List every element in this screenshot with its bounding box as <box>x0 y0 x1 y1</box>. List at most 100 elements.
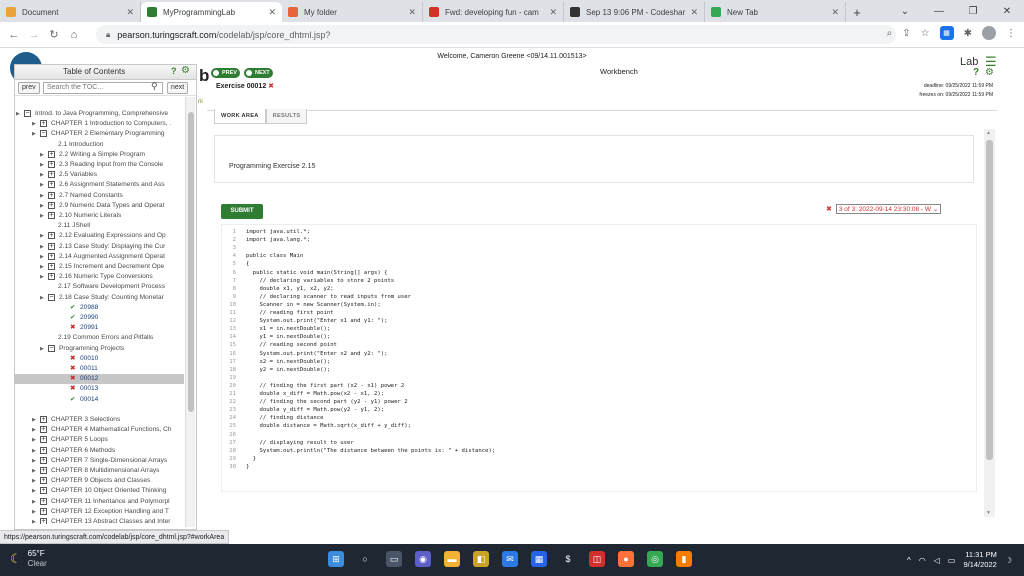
toc-item[interactable]: ▶ +2.5 Variables <box>14 170 184 180</box>
url-input[interactable]: 🔒︎ pearson.turingscraft.com/codelab/jsp/… <box>96 25 896 44</box>
expand-plus-icon[interactable]: + <box>40 446 47 454</box>
toc-item[interactable]: 2.11 JShell <box>14 221 184 231</box>
weather-widget[interactable]: ☾ 65°F Clear <box>10 549 47 569</box>
expand-plus-icon[interactable]: + <box>48 150 55 158</box>
firefox-icon[interactable]: ● <box>618 551 634 567</box>
collapse-minus-icon[interactable]: − <box>48 344 55 352</box>
expand-plus-icon[interactable]: + <box>48 212 55 219</box>
toc-expand-arrow-icon[interactable]: ▶ <box>32 446 36 456</box>
clock[interactable]: 11:31 PM 9/14/2022 <box>963 550 996 570</box>
wifi-icon[interactable]: ◠ <box>919 556 926 565</box>
toc-settings-gear-icon[interactable]: ⚙ <box>181 65 190 76</box>
expand-plus-icon[interactable]: + <box>40 507 47 515</box>
zoom-icon[interactable]: ⌕ <box>887 28 893 39</box>
toc-expand-arrow-icon[interactable]: ▶ <box>32 497 36 507</box>
toc-expand-arrow-icon[interactable]: ▶ <box>40 211 44 221</box>
task-view-icon[interactable]: ▭ <box>386 551 402 567</box>
collapse-minus-icon[interactable]: − <box>40 130 47 138</box>
toc-item[interactable]: ✖ 00013 <box>14 384 184 394</box>
toc-expand-arrow-icon[interactable]: ▶ <box>32 486 36 496</box>
toc-expand-arrow-icon[interactable]: ▶ <box>40 262 44 272</box>
toc-item[interactable]: ▶ +2.13 Case Study: Displaying the Cur <box>14 242 184 252</box>
expand-plus-icon[interactable]: + <box>40 487 47 495</box>
toc-item[interactable]: ▶ +2.10 Numeric Literals <box>14 211 184 221</box>
home-icon[interactable]: ⌂ <box>64 29 84 41</box>
toc-item[interactable]: ▶ − Introd. to Java Programming, Comprehen… <box>14 109 184 119</box>
scroll-down-arrow-icon[interactable]: ▼ <box>986 510 991 516</box>
toc-item[interactable]: ▶ + CHAPTER 10 Object Oriented Thinking <box>14 486 184 496</box>
toc-item[interactable]: ▶ +2.9 Numeric Data Types and Operat <box>14 201 184 211</box>
collapse-minus-icon[interactable]: − <box>48 293 55 301</box>
expand-plus-icon[interactable]: + <box>48 171 55 179</box>
scroll-up-arrow-icon[interactable]: ▲ <box>986 130 991 136</box>
toc-expand-arrow-icon[interactable]: ▶ <box>40 170 44 180</box>
browser-tab[interactable]: Document ✕ <box>0 2 141 22</box>
bookmark-star-icon[interactable]: ☆ <box>921 28 930 39</box>
tab-work-area[interactable]: WORK AREA <box>214 109 266 124</box>
expand-plus-icon[interactable]: + <box>48 273 55 281</box>
toc-item[interactable]: ✔ 20990 <box>14 313 184 323</box>
toc-item[interactable]: ▶ + CHAPTER 8 Multidimensional Arrays <box>14 466 184 476</box>
office-icon[interactable]: ◧ <box>473 551 489 567</box>
toc-item[interactable]: ▶ −2.18 Case Study: Counting Monetar <box>14 293 184 303</box>
expand-plus-icon[interactable]: + <box>48 161 55 168</box>
toc-expand-arrow-icon[interactable]: ▶ <box>40 201 44 211</box>
toc-expand-arrow-icon[interactable]: ▶ <box>40 180 44 190</box>
maximize-button[interactable]: ❐ <box>956 6 990 17</box>
lab-help-icon[interactable]: ? <box>973 67 979 78</box>
toc-item[interactable]: ▶ + CHAPTER 3 Selections <box>14 415 184 425</box>
toc-item[interactable]: ▶ − CHAPTER 2 Elementary Programming <box>14 129 184 139</box>
toc-item[interactable]: ▶ +2.6 Assignment Statements and Ass <box>14 180 184 190</box>
chrome-taskbar-icon[interactable]: ◎ <box>647 551 663 567</box>
toc-item[interactable]: ✖ 20991 <box>14 323 184 333</box>
minimize-button[interactable]: — <box>922 6 956 17</box>
expand-plus-icon[interactable]: + <box>48 252 55 260</box>
toc-item[interactable]: ✔ 00014 <box>14 395 184 405</box>
search-icon[interactable]: ○ <box>357 551 373 567</box>
profile-avatar[interactable] <box>982 26 996 40</box>
toc-search-icon[interactable]: ⚲ <box>151 81 158 92</box>
new-tab-button[interactable]: + <box>846 2 868 22</box>
toc-expand-arrow-icon[interactable]: ▶ <box>16 109 20 119</box>
expand-plus-icon[interactable]: + <box>40 426 47 434</box>
toc-item[interactable]: ▶ − Programming Projects <box>14 344 184 354</box>
expand-plus-icon[interactable]: + <box>40 467 47 474</box>
toc-item[interactable]: ▶ +2.12 Evaluating Expressions and Op <box>14 231 184 241</box>
reload-icon[interactable]: ↻ <box>44 28 64 41</box>
volume-icon[interactable]: ◁ <box>934 556 940 565</box>
orange-app-icon[interactable]: ▮ <box>676 551 692 567</box>
collapse-minus-icon[interactable]: − <box>24 110 31 117</box>
tab-search-icon[interactable]: ⌄ <box>888 6 922 17</box>
toc-item[interactable]: ▶ +2.15 Increment and Decrement Ope <box>14 262 184 272</box>
toc-expand-arrow-icon[interactable]: ▶ <box>40 160 44 170</box>
store-icon[interactable]: ▦ <box>531 551 547 567</box>
lab-settings-gear-icon[interactable]: ⚙ <box>985 67 994 78</box>
toc-item[interactable]: ✖ 00011 <box>14 364 184 374</box>
close-tab-icon[interactable]: ✕ <box>690 7 698 18</box>
close-window-button[interactable]: ✕ <box>990 6 1024 17</box>
tray-chevron-up-icon[interactable]: ^ <box>907 556 911 565</box>
toc-item[interactable]: ✖ 00010 <box>14 354 184 364</box>
code-editor[interactable]: 1 import java.util.*; 2 import java.lang.*;… <box>221 224 977 492</box>
teams-chat-icon[interactable]: ◉ <box>415 551 431 567</box>
close-tab-icon[interactable]: ✕ <box>126 7 134 18</box>
share-icon[interactable]: ⇪ <box>902 28 910 39</box>
expand-plus-icon[interactable]: + <box>40 416 47 423</box>
toc-expand-arrow-icon[interactable]: ▶ <box>32 517 36 524</box>
expand-plus-icon[interactable]: + <box>48 181 55 189</box>
close-tab-icon[interactable]: ✕ <box>268 7 276 18</box>
toc-expand-arrow-icon[interactable]: ▶ <box>40 293 44 303</box>
expand-plus-icon[interactable]: + <box>40 518 47 524</box>
forward-icon[interactable]: → <box>24 29 44 41</box>
prev-exercise-button[interactable]: PREV <box>211 68 240 78</box>
toc-item[interactable]: ▶ + CHAPTER 4 Mathematical Functions, Ch <box>14 425 184 435</box>
browser-tab[interactable]: MyProgrammingLab ✕ <box>141 2 282 22</box>
expand-plus-icon[interactable]: + <box>40 120 47 128</box>
toc-item[interactable]: ▶ +2.7 Named Constants <box>14 191 184 201</box>
mail-icon[interactable]: ✉ <box>502 551 518 567</box>
battery-icon[interactable]: ▭ <box>948 556 956 565</box>
toc-expand-arrow-icon[interactable]: ▶ <box>32 425 36 435</box>
toc-expand-arrow-icon[interactable]: ▶ <box>40 150 44 160</box>
expand-plus-icon[interactable]: + <box>40 456 47 464</box>
tab-results[interactable]: RESULTS <box>265 109 308 124</box>
